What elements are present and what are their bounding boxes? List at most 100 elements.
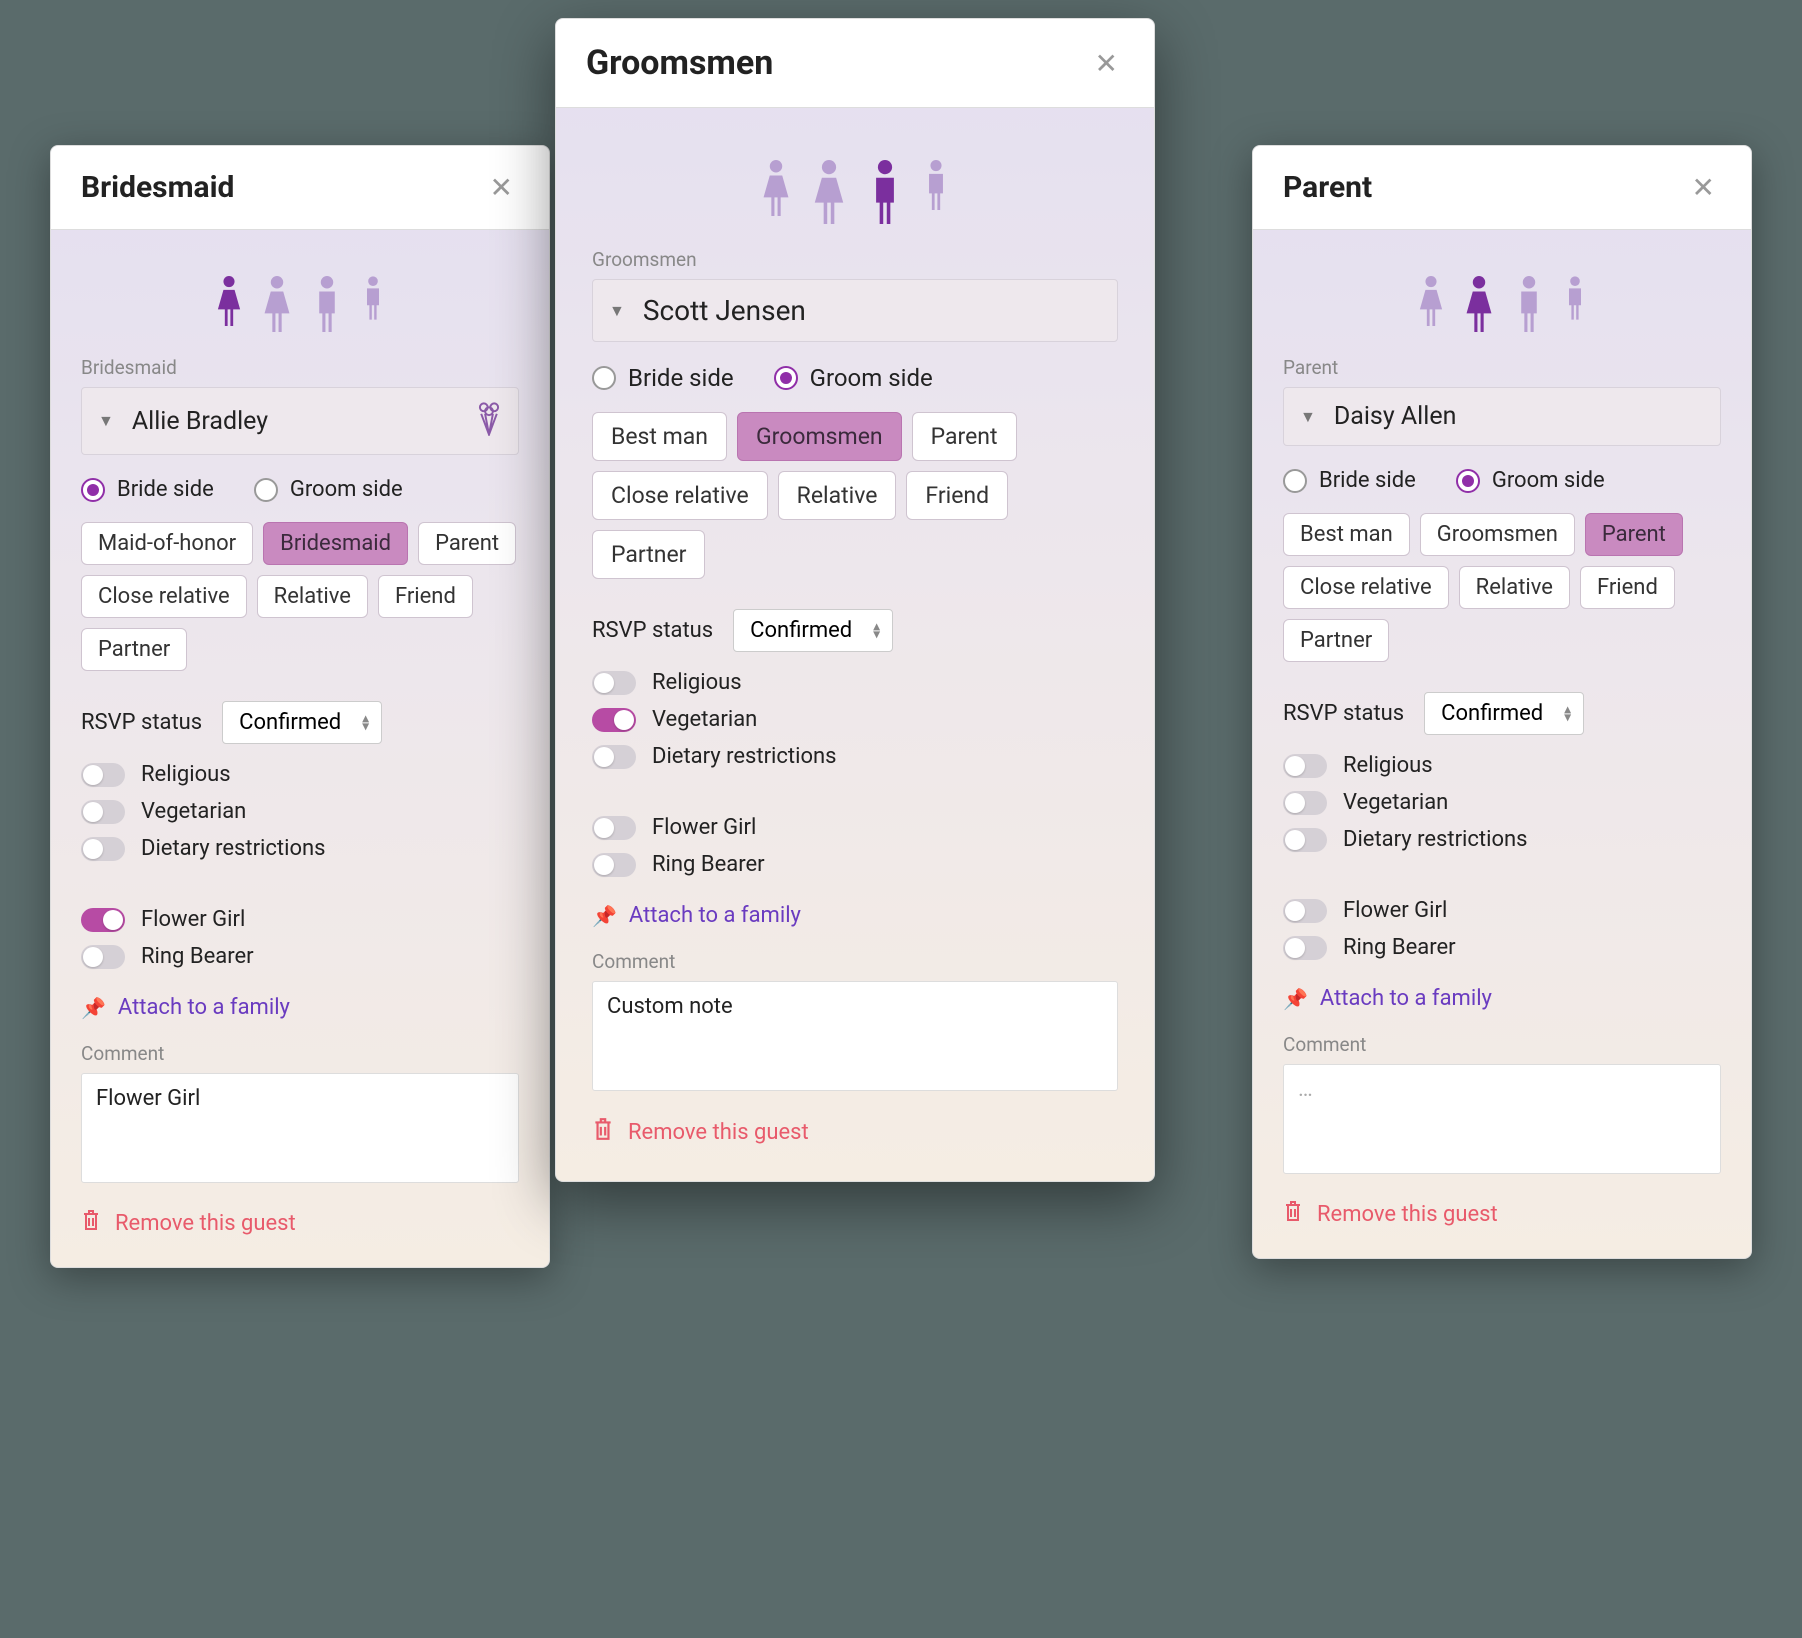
role-label: Parent — [1283, 356, 1721, 379]
side-selector: Bride side Groom side — [1283, 468, 1721, 493]
rsvp-row: RSVP status Confirmed▴▾ — [1283, 692, 1721, 735]
tag-partner[interactable]: Partner — [1283, 619, 1389, 662]
person-girl-icon[interactable] — [760, 160, 792, 224]
card-title: Parent — [1283, 170, 1372, 205]
comment-textarea[interactable]: Flower Girl — [81, 1073, 519, 1183]
attach-family-button[interactable]: 📌 Attach to a family — [1283, 986, 1721, 1011]
tag-close-relative[interactable]: Close relative — [81, 575, 247, 618]
radio-groom-side[interactable]: Groom side — [254, 477, 403, 502]
comment-textarea[interactable]: … — [1283, 1064, 1721, 1174]
toggle-vegetarian[interactable] — [1283, 791, 1327, 815]
person-girl-icon[interactable] — [1417, 276, 1445, 332]
tag-friend[interactable]: Friend — [906, 471, 1008, 520]
person-boy-icon[interactable] — [922, 160, 950, 224]
attach-family-button[interactable]: 📌 Attach to a family — [81, 995, 519, 1020]
toggle-label: Dietary restrictions — [1343, 827, 1528, 852]
radio-bride-side[interactable]: Bride side — [592, 364, 734, 392]
tag-maid-of-honor[interactable]: Maid-of-honor — [81, 522, 253, 565]
toggle-religious[interactable] — [81, 763, 125, 787]
attach-family-button[interactable]: 📌 Attach to a family — [592, 903, 1118, 928]
tag-bridesmaid[interactable]: Bridesmaid — [263, 522, 408, 565]
remove-guest-button[interactable]: Remove this guest — [1283, 1200, 1721, 1228]
tag-friend[interactable]: Friend — [378, 575, 473, 618]
person-woman-icon[interactable] — [1463, 276, 1495, 332]
close-icon[interactable]: ✕ — [1686, 171, 1721, 204]
person-man-icon[interactable] — [866, 160, 904, 224]
person-man-icon[interactable] — [1513, 276, 1545, 332]
toggle-label: Religious — [652, 670, 742, 695]
rsvp-select[interactable]: Confirmed▴▾ — [1424, 692, 1584, 735]
guest-card-groomsmen: Groomsmen ✕ Groomsmen ▼ Scott Jensen Bri… — [555, 18, 1155, 1182]
tag-close-relative[interactable]: Close relative — [1283, 566, 1449, 609]
guest-name-dropdown[interactable]: ▼ Scott Jensen — [592, 279, 1118, 342]
tag-relative[interactable]: Relative — [257, 575, 368, 618]
person-man-icon[interactable] — [311, 276, 343, 332]
toggle-dietary[interactable] — [81, 837, 125, 861]
close-icon[interactable]: ✕ — [1089, 47, 1124, 80]
radio-groom-side[interactable]: Groom side — [774, 364, 933, 392]
person-boy-icon[interactable] — [1563, 276, 1587, 332]
toggle-religious[interactable] — [592, 671, 636, 695]
toggle-dietary[interactable] — [1283, 828, 1327, 852]
tag-partner[interactable]: Partner — [81, 628, 187, 671]
tag-parent[interactable]: Parent — [912, 412, 1017, 461]
radio-groom-side[interactable]: Groom side — [1456, 468, 1605, 493]
rsvp-select[interactable]: Confirmed▴▾ — [222, 701, 382, 744]
rsvp-select[interactable]: Confirmed▴▾ — [733, 609, 893, 652]
toggle-vegetarian[interactable] — [81, 800, 125, 824]
tag-groomsmen[interactable]: Groomsmen — [737, 412, 902, 461]
tag-parent[interactable]: Parent — [1585, 513, 1683, 556]
toggle-ring-bearer[interactable] — [592, 853, 636, 877]
guest-name: Allie Bradley — [132, 407, 268, 436]
toggle-religious[interactable] — [1283, 754, 1327, 778]
remove-guest-button[interactable]: Remove this guest — [81, 1209, 519, 1237]
comment-label: Comment — [1283, 1033, 1721, 1056]
tag-parent[interactable]: Parent — [418, 522, 516, 565]
toggle-label: Ring Bearer — [652, 852, 765, 877]
tag-best-man[interactable]: Best man — [592, 412, 727, 461]
tag-friend[interactable]: Friend — [1580, 566, 1675, 609]
toggle-flower-girl[interactable] — [81, 908, 125, 932]
toggle-label: Vegetarian — [652, 707, 757, 732]
person-type-selector — [81, 250, 519, 356]
person-boy-icon[interactable] — [361, 276, 385, 332]
chevron-down-icon: ▼ — [609, 301, 625, 321]
radio-bride-side[interactable]: Bride side — [81, 477, 214, 502]
comment-label: Comment — [592, 950, 1118, 973]
comment-label: Comment — [81, 1042, 519, 1065]
toggle-label: Flower Girl — [652, 815, 756, 840]
toggle-flower-girl[interactable] — [592, 816, 636, 840]
rsvp-row: RSVP status Confirmed▴▾ — [592, 609, 1118, 652]
side-selector: Bride side Groom side — [592, 364, 1118, 392]
tag-relative[interactable]: Relative — [1459, 566, 1570, 609]
pin-icon: 📌 — [81, 996, 106, 1020]
person-woman-icon[interactable] — [810, 160, 848, 224]
remove-guest-button[interactable]: Remove this guest — [592, 1117, 1118, 1147]
person-type-selector — [1283, 250, 1721, 356]
attach-label: Attach to a family — [1320, 986, 1492, 1011]
tag-groomsmen[interactable]: Groomsmen — [1420, 513, 1575, 556]
toggle-flower-girl[interactable] — [1283, 899, 1327, 923]
radio-bride-side[interactable]: Bride side — [1283, 468, 1416, 493]
person-girl-icon[interactable] — [215, 276, 243, 332]
card-header: Groomsmen ✕ — [556, 19, 1154, 108]
toggle-ring-bearer[interactable] — [1283, 936, 1327, 960]
toggle-label: Ring Bearer — [141, 944, 254, 969]
tag-relative[interactable]: Relative — [778, 471, 897, 520]
pin-icon: 📌 — [592, 904, 617, 928]
attach-label: Attach to a family — [118, 995, 290, 1020]
toggle-dietary[interactable] — [592, 745, 636, 769]
close-icon[interactable]: ✕ — [484, 171, 519, 204]
guest-name-dropdown[interactable]: ▼ Daisy Allen — [1283, 387, 1721, 446]
tag-partner[interactable]: Partner — [592, 530, 705, 579]
toggle-ring-bearer[interactable] — [81, 945, 125, 969]
trash-icon — [592, 1117, 614, 1147]
tag-best-man[interactable]: Best man — [1283, 513, 1410, 556]
role-label: Groomsmen — [592, 248, 1118, 271]
guest-name: Scott Jensen — [643, 294, 806, 327]
toggle-vegetarian[interactable] — [592, 708, 636, 732]
tag-close-relative[interactable]: Close relative — [592, 471, 768, 520]
guest-name-dropdown[interactable]: ▼ Allie Bradley — [81, 387, 519, 455]
person-woman-icon[interactable] — [261, 276, 293, 332]
comment-textarea[interactable]: Custom note — [592, 981, 1118, 1091]
